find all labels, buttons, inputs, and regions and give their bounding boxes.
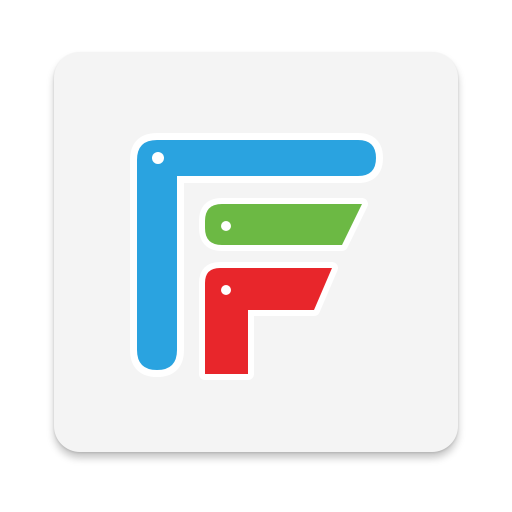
red-tag-dot [221, 285, 231, 295]
app-icon-canvas [0, 0, 512, 512]
ff-logo-icon [130, 133, 383, 380]
green-tag-dot [221, 221, 231, 231]
red-tag-icon [199, 262, 338, 380]
blue-bar-icon [130, 133, 383, 377]
green-tag-icon [199, 198, 368, 251]
red-tag-fill [205, 268, 332, 374]
blue-bar-fill [137, 140, 376, 370]
blue-bar-dot [152, 152, 164, 164]
